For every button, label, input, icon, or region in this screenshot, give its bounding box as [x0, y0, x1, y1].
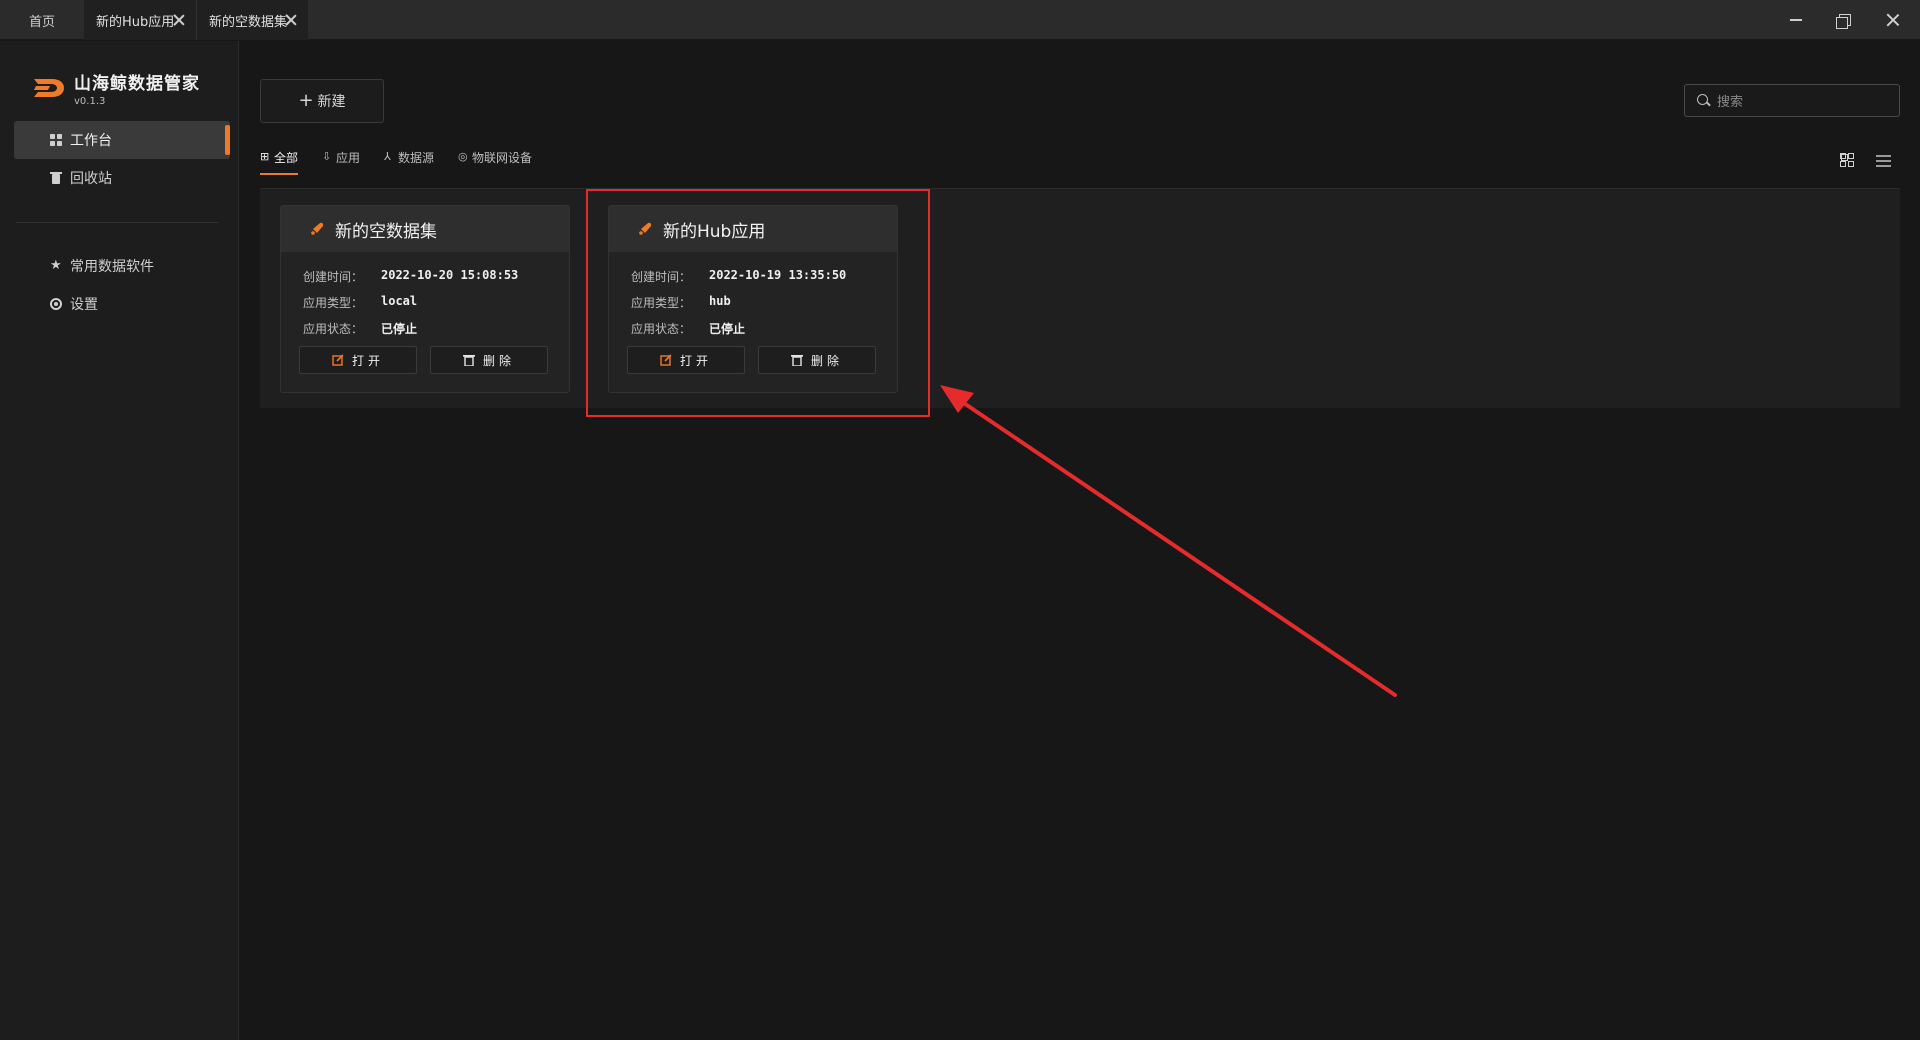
sidebar: 山海鲸数据管家 v0.1.3 工作台 回收站 ★ 常用数据软件 设置 [0, 41, 239, 1040]
arrow-annotation [940, 385, 1397, 697]
filter-iot[interactable]: ◎ 物联网设备 [458, 145, 532, 169]
filter-all[interactable]: ⊞ 全部 [260, 145, 299, 175]
tab-label: 新的Hub应用 [96, 14, 175, 30]
trash-icon [462, 354, 475, 367]
card-title: 新的空数据集 [335, 221, 437, 242]
minimize-button[interactable] [1772, 0, 1820, 40]
gear-icon [50, 298, 62, 310]
star-icon: ★ [50, 258, 62, 273]
filter-label: 全部 [274, 150, 299, 165]
rocket-icon [309, 221, 325, 237]
trash-icon [50, 172, 62, 184]
card-header: 新的空数据集 [281, 206, 569, 252]
card-field-label: 应用状态： [303, 322, 364, 336]
sidebar-divider [16, 222, 218, 223]
new-button[interactable]: + 新建 [260, 79, 384, 123]
sidebar-item-settings[interactable]: 设置 [14, 285, 230, 323]
sidebar-item-label: 工作台 [70, 133, 112, 149]
list-view-icon[interactable] [1876, 153, 1892, 169]
filter-label: 应用 [336, 150, 361, 165]
title-bar: 首页 新的Hub应用 新的空数据集 [0, 0, 1920, 40]
tab-label: 新的空数据集 [209, 14, 288, 30]
window-close-button[interactable] [1868, 0, 1916, 40]
grid-icon: ⊞ [260, 150, 270, 163]
filter-label: 数据源 [398, 150, 435, 165]
search-icon [1697, 94, 1708, 105]
app-version: v0.1.3 [74, 96, 106, 107]
card-field-value: local [381, 294, 418, 308]
card-field-value: 2022-10-20 15:08:53 [381, 268, 519, 282]
tab-home[interactable]: 首页 [0, 0, 84, 40]
network-icon: ⅄ [384, 150, 391, 163]
card-field-value: 已停止 [381, 322, 418, 336]
new-button-label: 新建 [317, 94, 346, 110]
search-placeholder: 搜索 [1717, 95, 1744, 110]
tab-hub-app[interactable]: 新的Hub应用 [84, 0, 196, 40]
plus-icon: + [298, 90, 314, 111]
sidebar-item-recycle-bin[interactable]: 回收站 [14, 159, 230, 197]
delete-label: 删除 [482, 353, 515, 368]
sidebar-item-label: 设置 [70, 297, 98, 313]
open-button[interactable]: 打开 [299, 346, 417, 374]
tab-empty-dataset[interactable]: 新的空数据集 [196, 0, 308, 40]
restore-button[interactable] [1820, 0, 1868, 40]
sidebar-item-workbench[interactable]: 工作台 [14, 121, 230, 159]
logo-icon [32, 73, 66, 103]
delete-button[interactable]: 删除 [430, 346, 548, 374]
grid-icon [50, 134, 62, 146]
close-icon[interactable] [172, 13, 186, 27]
iot-icon: ◎ [458, 150, 468, 163]
filter-datasource[interactable]: ⅄ 数据源 [384, 145, 434, 169]
filter-apps[interactable]: ⇩ 应用 [322, 145, 360, 169]
app-logo: 山海鲸数据管家 v0.1.3 [32, 69, 200, 107]
search-input[interactable]: 搜索 [1684, 84, 1900, 117]
tab-label: 首页 [28, 14, 55, 30]
rocket-icon: ⇩ [322, 150, 332, 163]
highlight-annotation [586, 189, 930, 417]
close-icon[interactable] [284, 13, 298, 27]
sidebar-item-common-software[interactable]: ★ 常用数据软件 [14, 247, 230, 285]
sidebar-item-label: 常用数据软件 [70, 259, 154, 275]
filter-label: 物联网设备 [472, 150, 533, 165]
card-field-label: 创建时间： [303, 270, 364, 284]
grid-view-icon[interactable] [1840, 153, 1856, 169]
sidebar-item-label: 回收站 [70, 171, 112, 187]
app-name: 山海鲸数据管家 [74, 74, 200, 94]
app-card: 新的空数据集 创建时间： 2022-10-20 15:08:53 应用类型： loc… [280, 205, 570, 393]
card-field-label: 应用类型： [303, 296, 364, 310]
edit-icon [332, 354, 344, 366]
filter-tabs: ⊞ 全部 ⇩ 应用 ⅄ 数据源 ◎ 物联网设备 [260, 145, 556, 175]
open-label: 打开 [351, 353, 384, 368]
